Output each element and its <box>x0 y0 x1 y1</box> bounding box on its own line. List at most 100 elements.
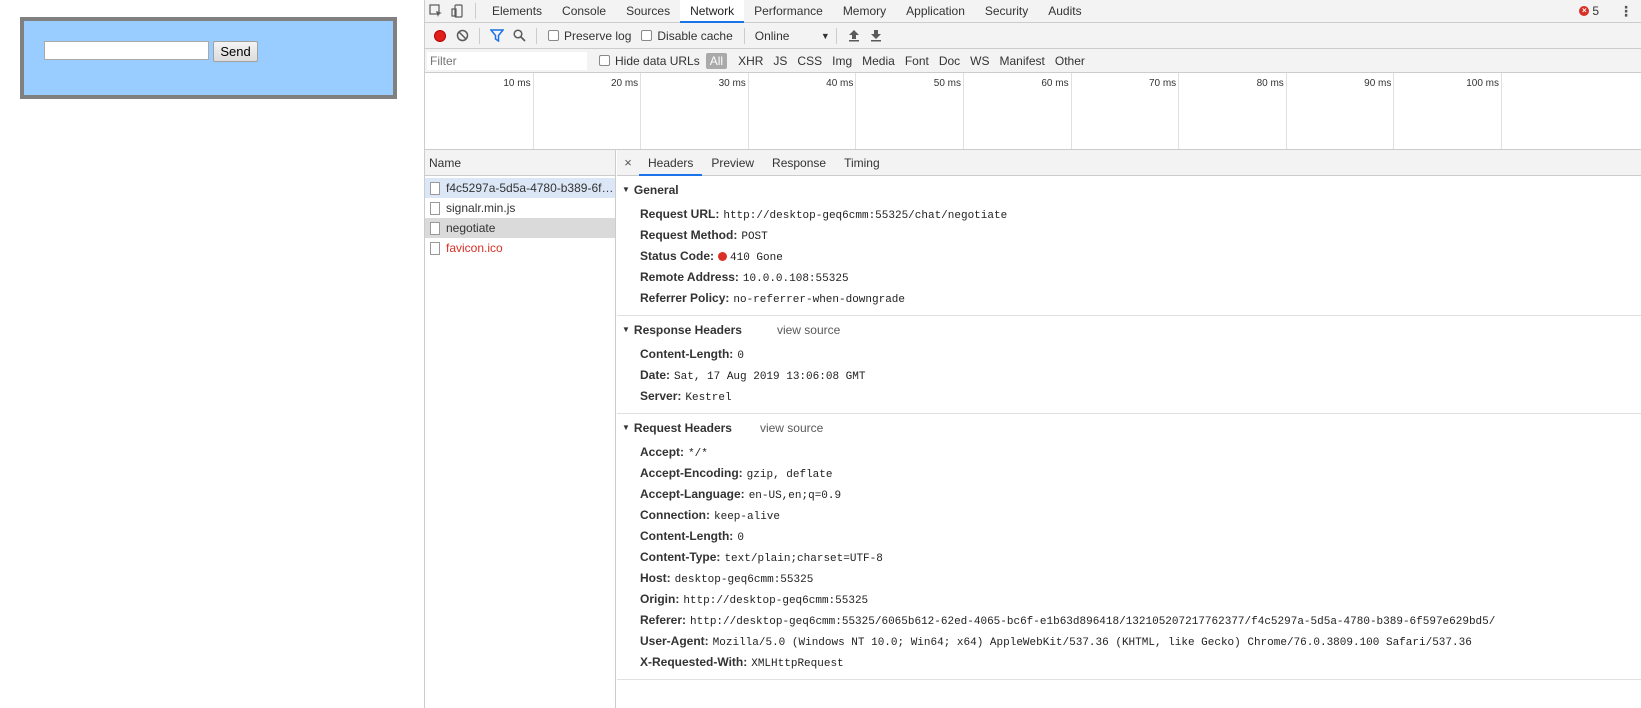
header-key: User-Agent: <box>640 634 709 648</box>
file-icon <box>430 201 440 215</box>
filter-type-other[interactable]: Other <box>1051 53 1089 69</box>
header-value: */* <box>688 448 708 460</box>
devtools-main-tabbar: Elements Console Sources Network Performance… <box>425 0 1641 23</box>
checkbox-box[interactable] <box>641 30 653 41</box>
timeline-tick-label: 60 ms <box>1041 78 1069 89</box>
header-row: Content-Length: 0 <box>617 344 1641 365</box>
header-row: X-Requested-With: XMLHttpRequest <box>617 652 1641 673</box>
separator <box>835 27 837 44</box>
detail-tab-headers[interactable]: Headers <box>639 150 703 176</box>
hide-data-urls-checkbox[interactable]: Hide data URLs <box>599 54 700 68</box>
timeline-gridline: 20 ms <box>611 73 642 149</box>
detail-tab-response[interactable]: Response <box>763 150 835 176</box>
preserve-log-checkbox[interactable]: Preserve log <box>548 29 631 43</box>
header-row: User-Agent: Mozilla/5.0 (Windows NT 10.0;… <box>617 631 1641 652</box>
header-key: Server: <box>640 389 682 403</box>
header-row: Referrer Policy: no-referrer-when-downgra… <box>617 288 1641 309</box>
throttling-select[interactable]: Online ▼ <box>755 29 830 43</box>
tab-security[interactable]: Security <box>975 0 1038 23</box>
request-row[interactable]: signalr.min.js <box>425 198 615 218</box>
header-key: X-Requested-With: <box>640 655 748 669</box>
filter-type-js[interactable]: JS <box>769 53 791 69</box>
header-value: http://desktop-geq6cmm:55325/6065b612-62… <box>690 616 1496 628</box>
close-icon[interactable]: × <box>617 155 639 170</box>
header-key: Connection: <box>640 508 710 522</box>
tab-network[interactable]: Network <box>680 0 745 23</box>
tab-memory[interactable]: Memory <box>833 0 896 23</box>
checkbox-box[interactable] <box>599 55 610 66</box>
tab-audits[interactable]: Audits <box>1038 0 1091 23</box>
timeline-tick-label: 70 ms <box>1148 78 1177 89</box>
more-options-icon[interactable]: ⋮ <box>1619 3 1633 20</box>
view-source-link[interactable]: view source <box>777 316 840 344</box>
request-rows: f4c5297a-5d5a-4780-b389-6f597e629bd5 sign… <box>425 178 615 258</box>
network-timeline-overview[interactable]: 10 ms 20 ms 30 ms 40 ms 50 ms 60 ms 70 ms 80 ms… <box>425 73 1641 150</box>
request-headers-section-header[interactable]: ▼ Request Headers view source <box>617 414 1641 442</box>
network-toolbar: Preserve log Disable cache Online ▼ <box>425 23 1641 49</box>
detail-tab-preview[interactable]: Preview <box>702 150 763 176</box>
filter-type-all[interactable]: All <box>705 52 728 69</box>
response-headers-section: ▼ Response Headers view source Content-L… <box>617 316 1641 414</box>
header-row: Content-Type: text/plain;charset=UTF-8 <box>617 547 1641 568</box>
header-row: Remote Address: 10.0.0.108:55325 <box>617 267 1641 288</box>
request-row[interactable]: f4c5297a-5d5a-4780-b389-6f597e629bd5 <box>425 178 615 198</box>
file-icon <box>430 241 440 255</box>
filter-input[interactable] <box>427 51 587 70</box>
disable-cache-label: Disable cache <box>657 28 733 43</box>
timeline-tick-label: 80 ms <box>1256 78 1284 89</box>
filter-type-media[interactable]: Media <box>858 53 899 69</box>
timeline-tick-label: 30 ms <box>718 78 746 89</box>
name-column-header[interactable]: Name <box>425 150 615 176</box>
error-icon: × <box>1579 6 1590 16</box>
search-icon[interactable] <box>508 25 530 47</box>
response-headers-section-header[interactable]: ▼ Response Headers view source <box>617 316 1641 344</box>
view-source-link[interactable]: view source <box>760 414 823 442</box>
checkbox-box[interactable] <box>548 30 559 41</box>
filter-type-manifest[interactable]: Manifest <box>996 53 1049 69</box>
filter-icon[interactable] <box>486 25 508 47</box>
expand-triangle-icon: ▼ <box>622 325 630 334</box>
general-section-header[interactable]: ▼ General <box>617 176 1641 204</box>
disable-cache-checkbox[interactable]: Disable cache <box>641 28 733 43</box>
timeline-gridline: 70 ms <box>1149 73 1180 149</box>
hide-data-urls-label: Hide data URLs <box>615 53 700 68</box>
export-har-icon[interactable] <box>865 25 887 47</box>
header-value: POST <box>741 231 768 243</box>
filter-type-css[interactable]: CSS <box>793 53 826 69</box>
timeline-tick-label: 90 ms <box>1364 78 1392 89</box>
error-counter[interactable]: × 5 <box>1579 4 1599 18</box>
record-icon[interactable] <box>429 25 451 47</box>
header-key: Content-Type: <box>640 550 721 564</box>
tab-sources[interactable]: Sources <box>616 0 680 23</box>
import-har-icon[interactable] <box>843 25 865 47</box>
message-input[interactable] <box>44 41 209 60</box>
header-row: Accept: */* <box>617 442 1641 463</box>
header-row: Accept-Encoding: gzip, deflate <box>617 463 1641 484</box>
filter-type-xhr[interactable]: XHR <box>734 53 767 69</box>
request-row[interactable]: negotiate <box>425 218 615 238</box>
timeline-gridline: 80 ms <box>1257 73 1287 149</box>
detail-tab-timing[interactable]: Timing <box>835 150 889 176</box>
header-value: Kestrel <box>685 392 732 404</box>
section-title: Request Headers <box>633 421 732 435</box>
request-row[interactable]: favicon.ico <box>425 238 615 258</box>
detail-tabbar: × Headers Preview Response Timing <box>617 150 1641 176</box>
inspect-element-icon[interactable] <box>425 0 447 22</box>
header-value: no-referrer-when-downgrade <box>733 294 906 306</box>
device-toolbar-icon[interactable] <box>447 0 469 22</box>
filter-type-font[interactable]: Font <box>901 53 933 69</box>
request-header-rows: Accept: */* Accept-Encoding: gzip, deflate A… <box>617 442 1641 673</box>
header-row: Request Method: POST <box>617 225 1641 246</box>
tab-console[interactable]: Console <box>552 0 616 23</box>
request-headers-section: ▼ Request Headers view source Accept: */*… <box>617 414 1641 680</box>
clear-icon[interactable] <box>451 25 473 47</box>
tab-performance[interactable]: Performance <box>744 0 833 23</box>
header-row: Date: Sat, 17 Aug 2019 13:06:08 GMT <box>617 365 1641 386</box>
filter-type-ws[interactable]: WS <box>966 53 993 69</box>
header-value: 0 <box>737 532 744 544</box>
tab-application[interactable]: Application <box>896 0 975 23</box>
filter-type-doc[interactable]: Doc <box>935 53 964 69</box>
filter-type-img[interactable]: Img <box>828 53 856 69</box>
send-button[interactable]: Send <box>213 41 258 62</box>
tab-elements[interactable]: Elements <box>482 0 552 23</box>
